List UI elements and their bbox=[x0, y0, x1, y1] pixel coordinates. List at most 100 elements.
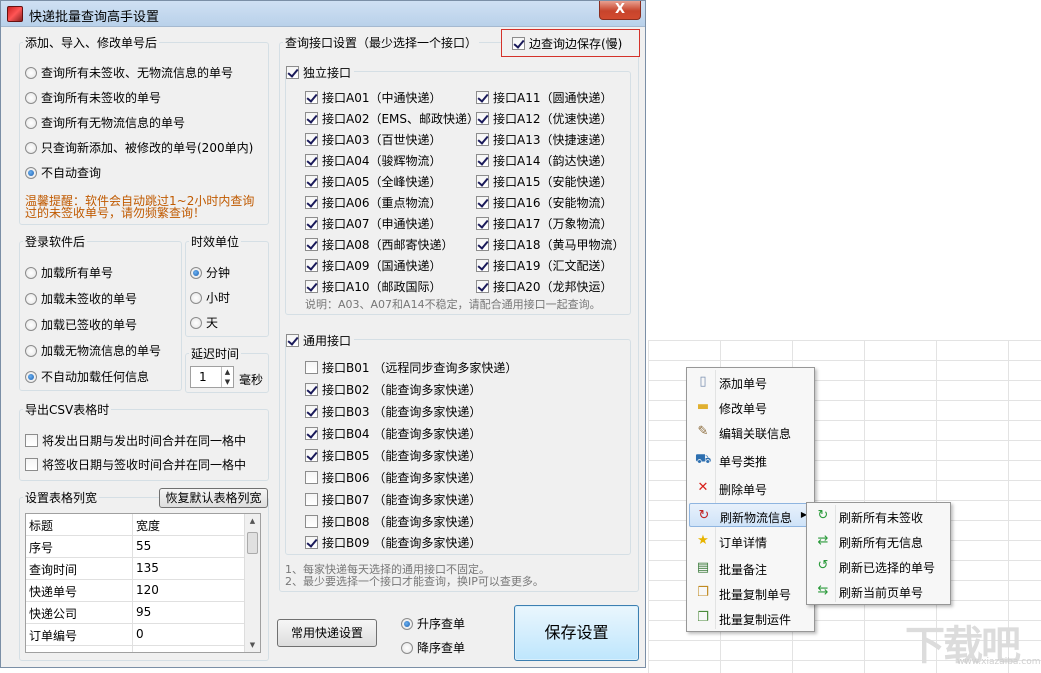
time-unit-minute[interactable]: 分钟 bbox=[190, 264, 230, 281]
api-b09[interactable]: 接口B09 （能查询多家快递） bbox=[305, 534, 481, 551]
api-b08[interactable]: 接口B08 （能查询多家快递） bbox=[305, 513, 481, 530]
checkbox-icon bbox=[512, 37, 525, 50]
submenu-refresh-unsigned[interactable]: ↻ 刷新所有未签收 bbox=[809, 504, 948, 528]
row-title: 序号 bbox=[29, 541, 54, 555]
delay-stepper[interactable]: 1 ▲ ▼ bbox=[190, 366, 234, 388]
stepper-up-icon[interactable]: ▲ bbox=[221, 367, 233, 377]
api-a01[interactable]: 接口A01（中通快递） bbox=[305, 89, 441, 106]
api-a13[interactable]: 接口A13（快捷速递） bbox=[476, 131, 612, 148]
reset-columns-button[interactable]: 恢复默认表格列宽 bbox=[159, 488, 268, 508]
stepper-down-icon[interactable]: ▼ bbox=[221, 377, 233, 387]
interface-note-2: 2、最少要选择一个接口才能查询，换IP可以查更多。 bbox=[285, 575, 544, 588]
scroll-down-icon[interactable]: ▼ bbox=[245, 638, 260, 652]
api-b06[interactable]: 接口B06 （能查询多家快递） bbox=[305, 469, 481, 486]
menu-item-batch-note[interactable]: ▤ 批量备注 bbox=[689, 556, 812, 580]
title-bar[interactable]: 快递批量查询高手设置 X bbox=[1, 1, 645, 27]
api-a15[interactable]: 接口A15（安能快递） bbox=[476, 173, 612, 190]
menu-item-batch-copy-shipment[interactable]: ❐ 批量复制运件 bbox=[689, 606, 812, 630]
api-b03[interactable]: 接口B03 （能查询多家快递） bbox=[305, 403, 481, 420]
menu-item-delete[interactable]: ✕ 删除单号 bbox=[689, 476, 812, 500]
table-row[interactable]: 订单编号 0 bbox=[26, 624, 246, 646]
api-a06[interactable]: 接口A06（重点物流） bbox=[305, 194, 441, 211]
row-width[interactable]: 0 bbox=[136, 627, 144, 641]
api-a11[interactable]: 接口A11（圆通快递） bbox=[476, 89, 612, 106]
checkbox-icon bbox=[305, 112, 318, 125]
after-login-option-1[interactable]: 加载所有单号 bbox=[25, 264, 113, 281]
after-add-option-1[interactable]: 查询所有未签收、无物流信息的单号 bbox=[25, 64, 233, 81]
common-express-settings-button[interactable]: 常用快递设置 bbox=[277, 619, 377, 647]
window-title: 快递批量查询高手设置 bbox=[29, 10, 160, 25]
api-a05[interactable]: 接口A05（全峰快递） bbox=[305, 173, 441, 190]
api-a03[interactable]: 接口A03（百世快递） bbox=[305, 131, 441, 148]
menu-item-add[interactable]: ▯ 添加单号 bbox=[689, 370, 812, 394]
checkbox-icon bbox=[305, 259, 318, 272]
api-a16[interactable]: 接口A16（安能物流） bbox=[476, 194, 612, 211]
csv-merge-send-date[interactable]: 将发出日期与发出时间合并在同一格中 bbox=[25, 432, 246, 449]
table-row[interactable]: 快递公司 95 bbox=[26, 602, 246, 624]
api-a19[interactable]: 接口A19（汇文配送） bbox=[476, 257, 612, 274]
column-width-table[interactable]: 标题 宽度 序号 55 查询时间 135 快递单号 120 快递公司 95 订单… bbox=[25, 513, 261, 653]
radio-icon bbox=[190, 266, 202, 279]
checkbox-icon bbox=[305, 493, 318, 506]
api-a10[interactable]: 接口A10（邮政国际） bbox=[305, 278, 441, 295]
radio-icon bbox=[401, 641, 413, 654]
api-a07[interactable]: 接口A07（申通快递） bbox=[305, 215, 441, 232]
page-icon: ▯ bbox=[699, 374, 707, 389]
save-while-query-checkbox[interactable]: 边查询边保存(慢) bbox=[512, 35, 622, 52]
table-scrollbar[interactable]: ▲ ▼ bbox=[244, 514, 260, 652]
checkbox-icon bbox=[286, 66, 299, 79]
row-width[interactable]: 95 bbox=[136, 605, 151, 619]
submenu-refresh-noinfo[interactable]: ⇄ 刷新所有无信息 bbox=[809, 529, 948, 553]
menu-item-edit[interactable]: ▬ 修改单号 bbox=[689, 395, 812, 419]
after-add-option-5[interactable]: 不自动查询 bbox=[25, 164, 101, 181]
api-a02[interactable]: 接口A02（EMS、邮政快递） bbox=[305, 110, 479, 127]
api-a09[interactable]: 接口A09（国通快递） bbox=[305, 257, 441, 274]
api-b04[interactable]: 接口B04 （能查询多家快递） bbox=[305, 425, 481, 442]
api-a17[interactable]: 接口A17（万象物流） bbox=[476, 215, 612, 232]
menu-item-edit-relation[interactable]: ✎ 编辑关联信息 bbox=[689, 420, 812, 444]
checkbox-icon bbox=[305, 515, 318, 528]
api-b01[interactable]: 接口B01 （远程同步查询多家快递） bbox=[305, 359, 517, 376]
after-add-option-3[interactable]: 查询所有无物流信息的单号 bbox=[25, 114, 185, 131]
after-add-option-4[interactable]: 只查询新添加、被修改的单号(200单内) bbox=[25, 139, 253, 156]
independent-checkbox[interactable]: 独立接口 bbox=[286, 64, 355, 81]
menu-item-batch-copy-number[interactable]: ❐ 批量复制单号 bbox=[689, 581, 812, 605]
checkbox-icon bbox=[305, 175, 318, 188]
after-login-option-2[interactable]: 加载未签收的单号 bbox=[25, 290, 137, 307]
api-a18[interactable]: 接口A18（黄马甲物流） bbox=[476, 236, 624, 253]
api-a08[interactable]: 接口A08（西邮寄快递） bbox=[305, 236, 453, 253]
api-b02[interactable]: 接口B02 （能查询多家快递） bbox=[305, 381, 481, 398]
after-login-option-4[interactable]: 加载无物流信息的单号 bbox=[25, 342, 161, 359]
table-row[interactable]: 序号 55 bbox=[26, 536, 246, 558]
row-width[interactable]: 135 bbox=[136, 561, 159, 575]
close-button[interactable]: X bbox=[599, 1, 641, 20]
api-a20[interactable]: 接口A20（龙邦快运） bbox=[476, 278, 612, 295]
api-b05[interactable]: 接口B05 （能查询多家快递） bbox=[305, 447, 481, 464]
csv-merge-sign-date[interactable]: 将签收日期与签收时间合并在同一格中 bbox=[25, 456, 246, 473]
table-row[interactable]: 查询时间 135 bbox=[26, 558, 246, 580]
time-unit-day[interactable]: 天 bbox=[190, 314, 218, 331]
api-a14[interactable]: 接口A14（韵达快递） bbox=[476, 152, 612, 169]
menu-item-infer[interactable]: ⛟ 单号类推 bbox=[689, 448, 812, 472]
menu-item-refresh[interactable]: ↻ 刷新物流信息 ▶ bbox=[689, 503, 812, 527]
menu-item-order-detail[interactable]: ★ 订单详情 bbox=[689, 529, 812, 553]
after-add-option-2[interactable]: 查询所有未签收的单号 bbox=[25, 89, 161, 106]
scroll-thumb[interactable] bbox=[247, 532, 258, 554]
save-settings-button[interactable]: 保存设置 bbox=[514, 605, 639, 661]
sort-ascending[interactable]: 升序查单 bbox=[401, 615, 465, 632]
scroll-up-icon[interactable]: ▲ bbox=[245, 514, 260, 528]
api-a04[interactable]: 接口A04（骏辉物流） bbox=[305, 152, 441, 169]
submenu-refresh-selected[interactable]: ↺ 刷新已选择的单号 bbox=[809, 554, 948, 578]
submenu-refresh-page[interactable]: ⇆ 刷新当前页单号 bbox=[809, 579, 948, 603]
api-b07[interactable]: 接口B07 （能查询多家快递） bbox=[305, 491, 481, 508]
general-checkbox[interactable]: 通用接口 bbox=[286, 332, 355, 349]
after-login-option-5[interactable]: 不自动加载任何信息 bbox=[25, 368, 149, 385]
checkbox-icon bbox=[305, 91, 318, 104]
after-login-option-3[interactable]: 加载已签收的单号 bbox=[25, 316, 137, 333]
time-unit-hour[interactable]: 小时 bbox=[190, 289, 230, 306]
sort-descending[interactable]: 降序查单 bbox=[401, 639, 465, 656]
row-width[interactable]: 120 bbox=[136, 583, 159, 597]
table-row[interactable]: 快递单号 120 bbox=[26, 580, 246, 602]
row-width[interactable]: 55 bbox=[136, 539, 151, 553]
api-a12[interactable]: 接口A12（优速快递） bbox=[476, 110, 612, 127]
